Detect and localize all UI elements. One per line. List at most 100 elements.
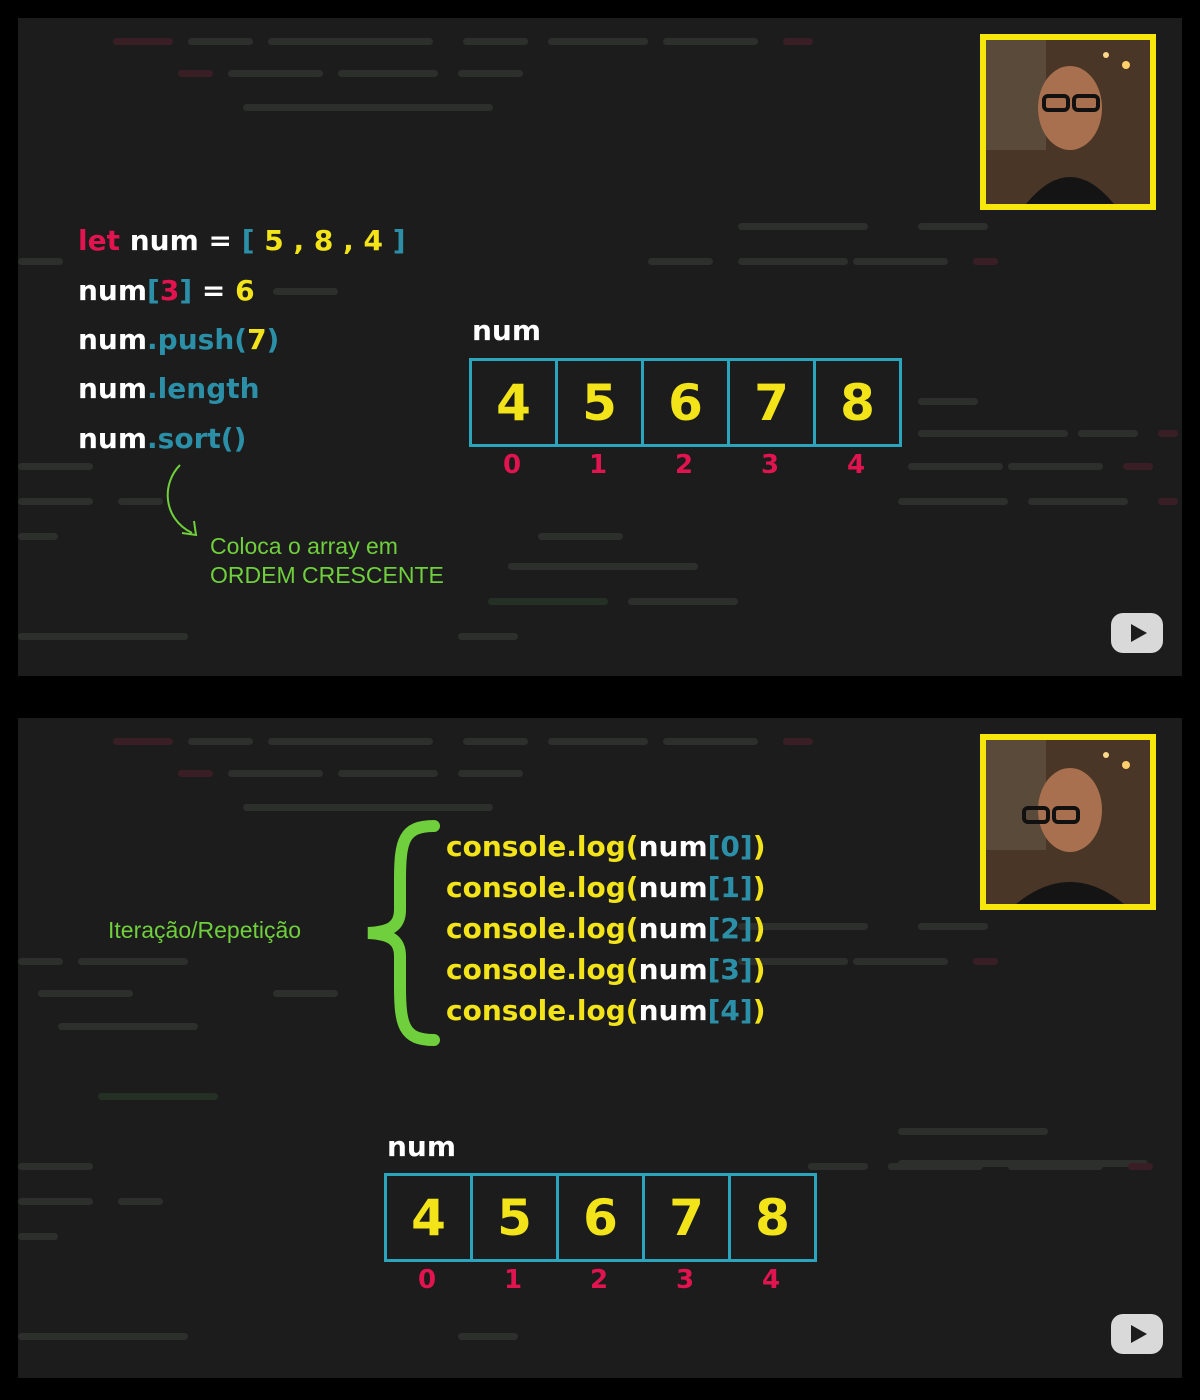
code-text: num (78, 372, 148, 405)
index-value: 0 (720, 830, 740, 863)
array-visual: 4 5 6 7 8 (469, 358, 902, 447)
log-line: console.log(num[3]) (446, 953, 766, 986)
code-text: console.log( (446, 994, 639, 1027)
note-line: ORDEM CRESCENTE (210, 562, 444, 588)
curly-brace-icon (367, 820, 440, 1046)
note-line: Coloca o array em (210, 533, 398, 559)
bracket-open: [ (707, 830, 721, 863)
array-indices: 0 1 2 3 4 (384, 1265, 814, 1295)
log-line: console.log(num[1]) (446, 871, 766, 904)
presenter-webcam (980, 734, 1156, 910)
array-cell: 4 (472, 361, 558, 444)
array-visual: 4 5 6 7 8 (384, 1173, 817, 1262)
array-cell: 8 (840, 373, 875, 432)
method-push: .push( (147, 323, 248, 356)
slide-panel-top: let num = [ 5 , 8 , 4 ] num[3] = 6 num.p… (18, 18, 1182, 676)
method-sort: .sort() (147, 422, 247, 455)
code-text: num (638, 994, 708, 1027)
code-text: num (638, 912, 708, 945)
code-text: num (78, 323, 148, 356)
code-line-assign-index: num[3] = 6 (78, 274, 255, 307)
array-literal-values: 5 , 8 , 4 (254, 224, 393, 257)
array-index: 1 (503, 1265, 523, 1295)
array-cell: 4 (387, 1176, 473, 1259)
code-text: = (192, 274, 236, 307)
array-index: 2 (589, 1265, 609, 1295)
log-line: console.log(num[2]) (446, 912, 766, 945)
code-line-push: num.push(7) (78, 323, 279, 356)
array-index: 2 (674, 450, 694, 480)
bracket-open: [ (707, 953, 721, 986)
index-value: 4 (720, 994, 740, 1027)
index-value: 3 (159, 274, 180, 307)
array-index: 4 (846, 450, 866, 480)
bracket-open: [ (147, 274, 160, 307)
iteration-label: Iteração/Repetição (108, 917, 302, 943)
code-text: num (638, 871, 708, 904)
presenter-photo (986, 740, 1150, 904)
array-indices: 0 1 2 3 4 (469, 450, 899, 480)
push-value: 7 (247, 323, 267, 356)
keyword-let: let (78, 224, 120, 257)
index-value: 1 (720, 871, 740, 904)
array-index: 1 (588, 450, 608, 480)
play-icon[interactable] (1111, 1314, 1163, 1354)
code-text: num = (119, 224, 242, 257)
play-icon[interactable] (1111, 613, 1163, 653)
code-text: console.log( (446, 953, 639, 986)
code-text: num (638, 830, 708, 863)
array-index: 4 (761, 1265, 781, 1295)
code-text: console.log( (446, 830, 639, 863)
paren-close: ) (752, 830, 766, 863)
bracket-close: ] (739, 953, 753, 986)
curved-arrow-icon (166, 464, 198, 537)
code-text: num (78, 274, 148, 307)
array-index: 0 (417, 1265, 437, 1295)
bracket-close: ] (392, 224, 406, 257)
array-name-label: num (387, 1130, 457, 1163)
array-cell: 6 (559, 1176, 645, 1259)
index-value: 3 (720, 953, 740, 986)
code-text: console.log( (446, 871, 639, 904)
paren-close: ) (752, 953, 766, 986)
paren-close: ) (752, 871, 766, 904)
code-text: num (78, 422, 148, 455)
array-cell: 8 (755, 1188, 790, 1247)
code-text: console.log( (446, 912, 639, 945)
log-line: console.log(num[4]) (446, 994, 766, 1027)
assigned-value: 6 (235, 274, 255, 307)
array-cell: 5 (473, 1176, 559, 1259)
bracket-close: ] (179, 274, 193, 307)
array-cell: 7 (730, 361, 816, 444)
array-index: 0 (502, 450, 522, 480)
code-line-sort: num.sort() (78, 422, 246, 455)
array-cell: 5 (558, 361, 644, 444)
array-name-label: num (472, 314, 542, 347)
presenter-photo (986, 40, 1150, 204)
bracket-close: ] (739, 912, 753, 945)
paren-close: ) (752, 994, 766, 1027)
property-length: .length (147, 372, 260, 405)
bracket-open: [ (707, 871, 721, 904)
bracket-close: ] (739, 871, 753, 904)
bracket-open: [ (241, 224, 255, 257)
array-cell: 7 (645, 1176, 731, 1259)
presenter-webcam (980, 34, 1156, 210)
code-text: num (638, 953, 708, 986)
array-cell: 6 (644, 361, 730, 444)
bracket-close: ] (739, 994, 753, 1027)
bracket-open: [ (707, 994, 721, 1027)
array-index: 3 (760, 450, 780, 480)
bracket-open: [ (707, 912, 721, 945)
bracket-close: ] (739, 830, 753, 863)
slide-panel-bottom: Iteração/Repetição console.log(num[0]) c… (18, 718, 1182, 1378)
code-line-length: num.length (78, 372, 260, 405)
log-line: console.log(num[0]) (446, 830, 766, 863)
index-value: 2 (720, 912, 740, 945)
paren-close: ) (752, 912, 766, 945)
code-line-declaration: let num = [ 5 , 8 , 4 ] (78, 224, 406, 257)
code-block: let num = [ 5 , 8 , 4 ] num[3] = 6 num.p… (78, 224, 438, 474)
array-index: 3 (675, 1265, 695, 1295)
paren-close: ) (266, 323, 280, 356)
sort-annotation: Coloca o array em ORDEM CRESCENTE (210, 532, 444, 590)
